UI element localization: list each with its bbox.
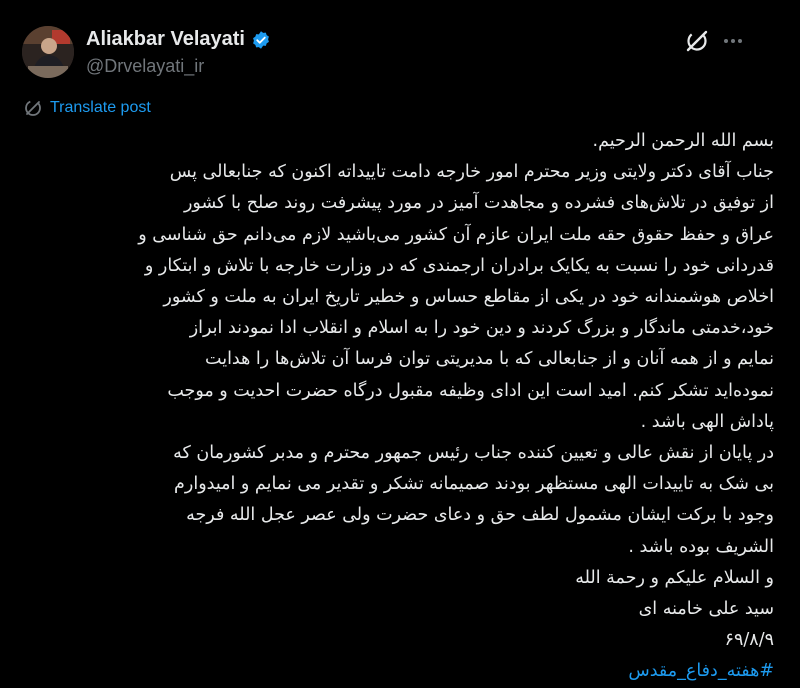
dot: [731, 39, 735, 43]
grok-icon[interactable]: [684, 28, 710, 54]
more-options-icon[interactable]: [718, 26, 748, 56]
avatar-image: [22, 26, 74, 78]
post-line: اخلاص هوشمندانه خود در یکی از مقاطع حساس…: [163, 287, 774, 308]
translate-post-label: Translate post: [50, 99, 151, 116]
post-line: نمایم و از همه آنان و از جنابعالی که با …: [205, 349, 774, 370]
post-line: پاداش الهی باشد .: [640, 411, 774, 432]
post-text: بسم الله الرحمن الرحیم. جناب آقای دکتر و…: [20, 126, 774, 688]
post-line: سید علی خامنه ای: [638, 599, 774, 620]
post-line: در پایان از نقش عالی و تعیین کننده جناب …: [173, 443, 774, 464]
post-line: بسم الله الرحمن الرحیم.: [592, 131, 774, 151]
post-line: از توفیق در تلاش‌های فشرده و مجاهدت آمیز…: [183, 193, 774, 214]
post-line: عراق و حفظ حقوق حقه ملت ایران عازم آن کش…: [138, 224, 774, 245]
post-line: خود،خدمتی ماندگار و بزرگ کردند و دین خود…: [189, 318, 774, 339]
avatar[interactable]: [22, 26, 74, 78]
author-handle[interactable]: @Drvelayati_ir: [86, 56, 204, 77]
post-line: جناب آقای دکتر ولایتی وزیر محترم امور خا…: [169, 162, 774, 183]
hashtag-link[interactable]: #هفته_دفاع_مقدس: [20, 656, 774, 687]
post-line: ۶۹/۸/۹: [724, 630, 774, 651]
dot: [724, 39, 728, 43]
post-line: و السلام علیکم و رحمة الله: [575, 567, 774, 588]
dot: [738, 39, 742, 43]
translate-post-button[interactable]: Translate post: [24, 99, 151, 117]
post-line: بی شک به تاییدات الهی مستظهر بودند صمیما…: [174, 474, 774, 495]
post-line: الشریف بوده باشد .: [628, 536, 774, 557]
author-display-name[interactable]: Aliakbar Velayati: [86, 28, 245, 51]
post-card: Aliakbar Velayati @Drvelayati_ir Transla…: [0, 0, 800, 684]
post-line: قدردانی خود را نسبت به یکایک برادران ارج…: [144, 255, 774, 276]
translate-icon: [25, 100, 41, 116]
post-line: نموده‌اید تشکر کنم. امید است این ادای وظ…: [167, 380, 774, 401]
author-name-row: Aliakbar Velayati: [86, 28, 271, 51]
post-line: وجود با برکت ایشان مشمول لطف حق و دعای ح…: [186, 505, 774, 526]
verified-badge-icon: [253, 30, 269, 49]
